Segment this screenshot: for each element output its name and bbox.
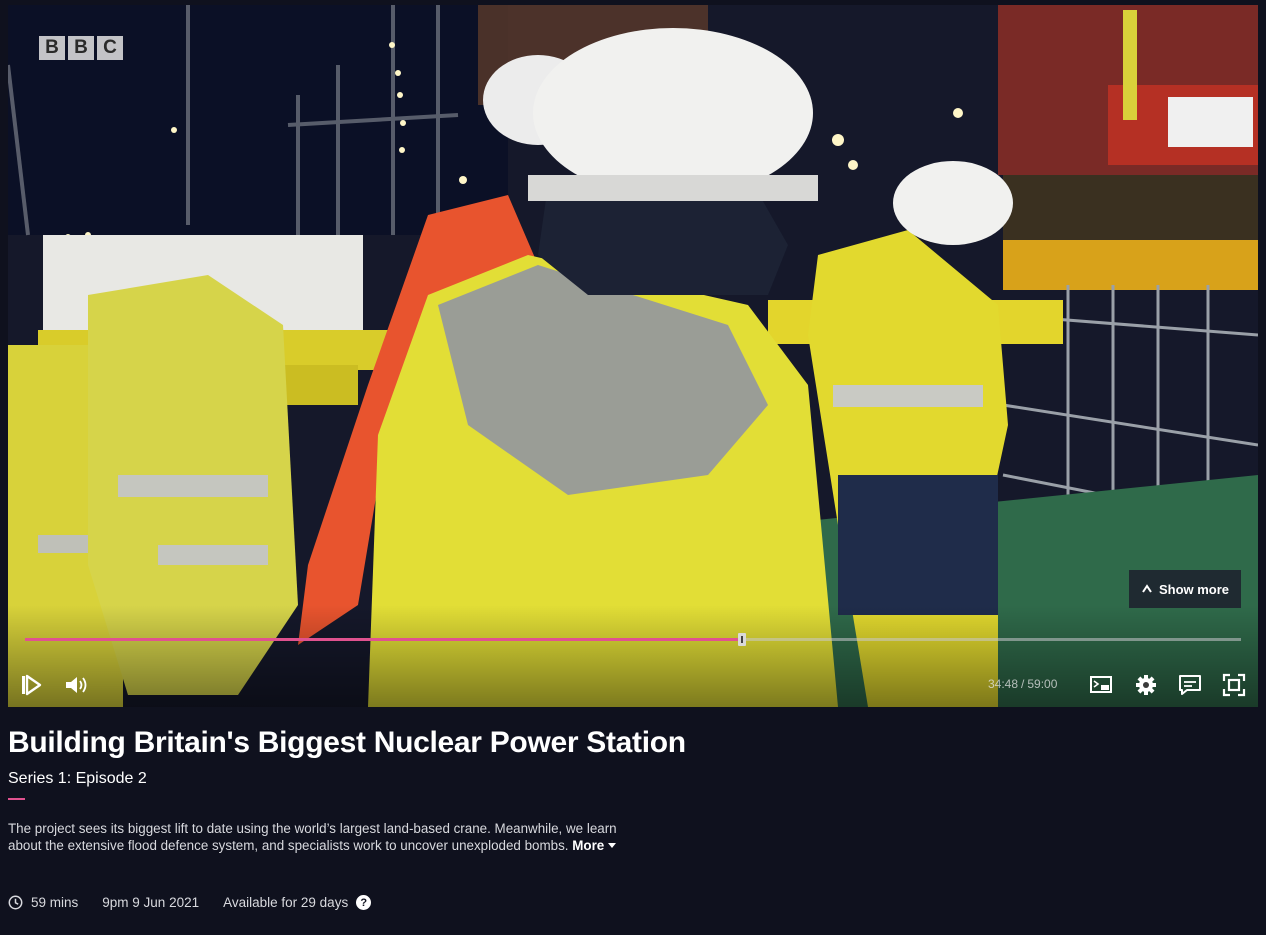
more-button[interactable]: More — [572, 838, 617, 853]
availability-text: Available for 29 days — [223, 895, 349, 910]
cast-button[interactable] — [1089, 674, 1113, 696]
bbc-logo: B B C — [39, 36, 123, 60]
caret-down-icon — [608, 843, 617, 848]
help-icon[interactable]: ? — [356, 895, 372, 910]
video-player[interactable]: B B C Show more 34:48/59:00 — [8, 5, 1258, 707]
duration-item: 59 mins — [8, 895, 78, 910]
bbc-logo-letter: B — [68, 36, 94, 60]
settings-button[interactable] — [1135, 674, 1157, 696]
play-button[interactable] — [20, 673, 42, 697]
progress-bar[interactable] — [25, 633, 1241, 646]
settings-gear-icon — [1136, 675, 1156, 695]
fullscreen-button[interactable] — [1222, 673, 1246, 697]
subtitles-button[interactable] — [1178, 674, 1202, 696]
episode-subtitle: Series 1: Episode 2 — [8, 770, 147, 787]
duration-text: 59 mins — [31, 895, 79, 910]
programme-meta: 59 mins 9pm 9 Jun 2021 Available for 29 … — [8, 895, 372, 910]
fullscreen-icon — [1222, 673, 1246, 697]
broadcast-item: 9pm 9 Jun 2021 — [102, 895, 199, 910]
more-label: More — [572, 838, 605, 853]
time-separator: / — [1021, 677, 1025, 691]
elapsed-time: 34:48 — [988, 677, 1019, 691]
play-icon — [22, 674, 42, 696]
show-more-label: Show more — [1158, 581, 1230, 597]
availability-item: Available for 29 days ? — [223, 895, 372, 910]
synopsis-text: The project sees its biggest lift to dat… — [8, 821, 617, 853]
bbc-logo-letter: B — [39, 36, 65, 60]
clock-icon — [8, 895, 23, 910]
time-readout: 34:48/59:00 — [988, 677, 1057, 691]
accent-divider — [8, 798, 25, 800]
volume-icon — [66, 677, 87, 693]
progress-fill — [25, 638, 743, 641]
programme-title: Building Britain's Biggest Nuclear Power… — [8, 726, 686, 759]
total-duration: 59:00 — [1027, 677, 1058, 691]
bbc-logo-letter: C — [97, 36, 123, 60]
cast-icon — [1090, 676, 1112, 693]
volume-button[interactable] — [64, 674, 90, 696]
show-more-button[interactable]: Show more — [1129, 570, 1241, 608]
broadcast-text: 9pm 9 Jun 2021 — [102, 895, 200, 910]
chevron-up-icon — [1142, 584, 1152, 593]
synopsis: The project sees its biggest lift to dat… — [8, 820, 648, 854]
subtitles-icon — [1179, 675, 1201, 695]
scrub-handle[interactable] — [738, 633, 747, 646]
video-frame[interactable] — [8, 5, 1258, 707]
